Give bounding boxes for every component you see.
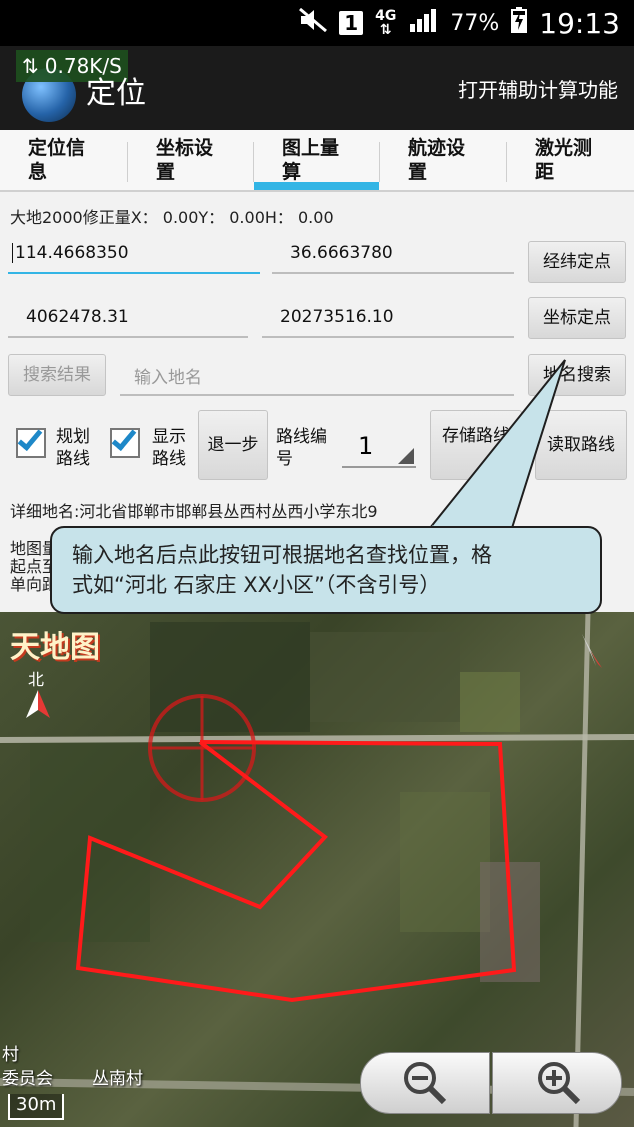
battery-charging-icon [511,7,528,39]
tab-divider [506,142,507,182]
latlon-locate-button[interactable]: 经纬定点 [528,241,626,283]
dropdown-triangle-icon [398,448,414,464]
zoom-out-button[interactable] [360,1052,490,1114]
tip-callout: 输入地名后点此按钮可根据地名查找位置，格 式如“河北 石家庄 XX小区”（不含引… [50,526,602,614]
tip-text-line: 输入地名后点此按钮可根据地名查找位置，格 [72,543,492,567]
mute-icon [299,7,328,38]
checkmark-icon [17,424,43,452]
tab-divider [127,142,128,182]
tab-laser-ranging[interactable]: 激光测 距 [535,136,592,190]
action-bar: ⇅ 0.78K/S 定位 打开辅助计算功能 [0,46,634,130]
tab-location-info[interactable]: 定位信 息 [28,136,85,190]
longitude-value: 114.4668350 [15,243,129,263]
tab-label: 算 [282,161,302,183]
plan-route-checkbox[interactable] [16,424,46,458]
place-search-button[interactable]: 地名搜索 [528,354,626,396]
tab-coord-settings[interactable]: 坐标设 置 [156,136,213,190]
back-step-label: 步 [241,435,259,455]
sim-slot-icon: 1 [339,11,364,35]
network-type-label: 4G [375,8,397,24]
show-route-label-line: 显示 [152,427,186,447]
tab-label: 置 [156,161,176,183]
latitude-input[interactable]: 36.6663780 [272,234,514,274]
map-label: 委员会 [2,1069,53,1089]
active-tab-indicator [254,182,379,190]
location-crosshair-icon [148,694,256,802]
zoom-in-button[interactable] [492,1052,622,1114]
assist-calc-button[interactable]: 打开辅助计算功能 [458,74,618,103]
search-results-button[interactable]: 搜索结果 [8,354,106,396]
tab-label: 激光测 [535,137,593,159]
address-text: 详细地名:河北省邯郸市邯郸县丛西村丛西小学东北9 [10,502,378,521]
route-number-label-line: 路线编 [276,427,327,447]
tab-label: 息 [28,161,48,183]
tab-divider [253,142,254,182]
plan-route-label-line: 规划 [56,427,90,447]
transfer-arrows-icon: ⇅ [22,54,39,78]
tip-text-line: 式如“河北 石家庄 XX小区”（不含引号） [72,573,441,597]
load-route-label: 读取路 [547,435,598,455]
plan-route-label: 规划 路线 [56,426,90,470]
plan-route-label-line: 路线 [56,449,90,469]
map-scale: 30m [8,1094,65,1120]
map-label: 村 [2,1045,19,1065]
load-route-label: 线 [598,435,615,455]
tianditu-logo: 天地图 [10,630,100,665]
coord-y-input[interactable]: 20273516.10 [262,298,514,338]
network-type: 4G ⇅ [375,8,397,38]
battery-percent: 77% [450,10,500,36]
route-number-value: 1 [358,432,374,460]
back-step-button[interactable]: 退一 步 [198,410,268,480]
tab-label: 航迹设 [408,137,466,159]
satellite-map[interactable]: 天地图 北 村 委员会 丛南村 30m [0,612,634,1127]
show-route-label-line: 路线 [152,449,186,469]
north-label: 北 [28,670,45,689]
load-route-button[interactable]: 读取路 线 [535,410,627,480]
tab-bar: 定位信 息 坐标设 置 图上量 算 航迹设 置 激光测 距 [0,130,634,192]
tab-label: 定位信 [28,137,86,159]
map-label: 丛南村 [92,1069,143,1089]
back-step-label: 退一 [207,435,242,455]
text-cursor [12,243,13,263]
zoom-in-icon [538,1062,581,1105]
tab-label: 距 [535,161,555,183]
place-name-input[interactable]: 输入地名 [120,356,514,396]
coord-x-input[interactable]: 4062478.31 [8,298,248,338]
save-route-button[interactable]: 存储路线 [430,410,522,480]
longitude-input[interactable]: 114.4668350 [8,234,260,274]
page-title: 定位 [86,76,146,111]
tab-label: 坐标设 [156,137,214,159]
north-arrow-icon [26,690,50,718]
show-route-label: 显示 路线 [152,426,186,470]
tab-label: 置 [408,161,428,183]
route-number-select[interactable]: 1 [342,424,416,468]
status-bar: 1 4G ⇅ 77% 19:13 [0,0,634,46]
coord-locate-button[interactable]: 坐标定点 [528,297,626,339]
tab-label: 图上量 [282,137,340,159]
cgcs2000-offset: 大地2000修正量X： 0.00Y： 0.00H： 0.00 [10,208,334,227]
checkmark-icon [111,424,137,452]
map-overlay [0,612,634,1127]
tab-divider [379,142,380,182]
zoom-out-icon [404,1062,447,1105]
tab-track-settings[interactable]: 航迹设 置 [408,136,465,190]
route-number-label: 路线编 号 [276,426,327,470]
signal-icon [408,8,438,38]
clock: 19:13 [539,6,620,40]
route-number-label-line: 号 [276,449,293,469]
show-route-checkbox[interactable] [110,424,140,458]
